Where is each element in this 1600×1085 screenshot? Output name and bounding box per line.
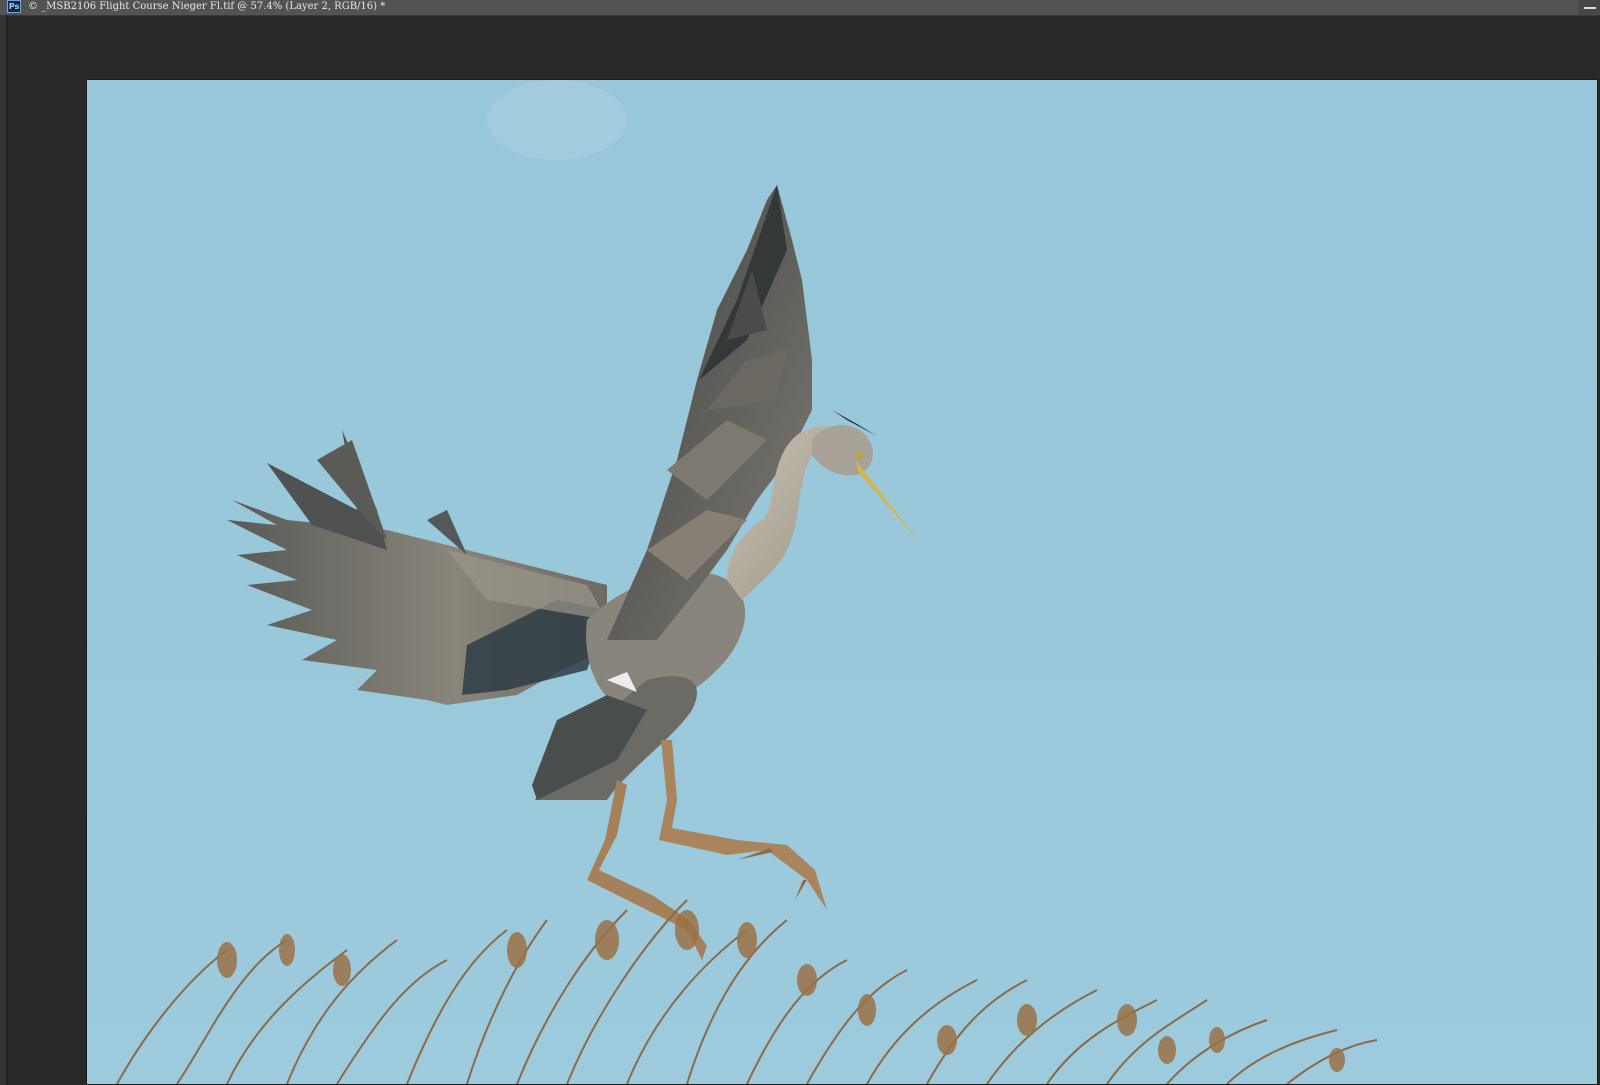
document-canvas[interactable] <box>86 79 1598 1085</box>
left-panel-edge <box>0 15 7 1085</box>
canvas-workspace[interactable] <box>7 16 1600 1085</box>
minimize-button[interactable] <box>1578 0 1600 15</box>
photoshop-icon: Ps <box>7 0 21 13</box>
document-tab-bar: Ps © _MSB2106 Flight Course Nieger Fl.ti… <box>0 0 1600 16</box>
minimize-icon <box>1584 7 1596 9</box>
document-tab[interactable]: © _MSB2106 Flight Course Nieger Fl.tif @… <box>22 0 392 15</box>
heron-photo <box>87 80 1597 1084</box>
